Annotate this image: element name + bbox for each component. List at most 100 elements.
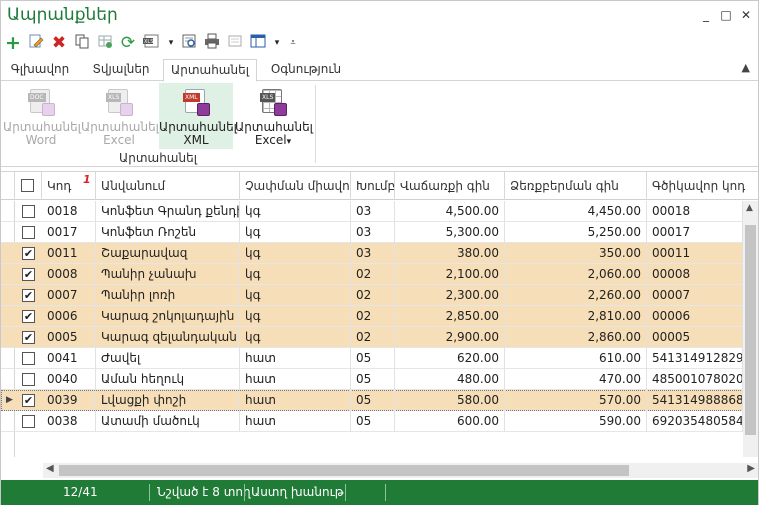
- cell-unit[interactable]: կգ: [240, 222, 351, 243]
- cell-purchase-price[interactable]: 2,060.00: [505, 264, 647, 285]
- table-row[interactable]: 0038 Ատամի մածուկ հատ 05 600.00 590.00 6920354…: [1, 411, 743, 432]
- close-button[interactable]: ✕: [738, 7, 754, 23]
- cell-unit[interactable]: հատ: [240, 411, 351, 432]
- column-header-purchase-price[interactable]: Ձեռքբերման գին: [505, 172, 647, 200]
- cell-sale-price[interactable]: 5,300.00: [395, 222, 505, 243]
- xls-icon[interactable]: XLS: [141, 33, 161, 53]
- table-row[interactable]: ▶ ✔ 0039 Լվացքի փոշի հատ 05 580.00 570.00 541314…: [1, 390, 743, 411]
- cell-barcode[interactable]: 00007: [647, 285, 743, 306]
- cell-purchase-price[interactable]: 350.00: [505, 243, 647, 264]
- cell-barcode[interactable]: 00017: [647, 222, 743, 243]
- cell-name[interactable]: Կոնֆետ Գրանդ քենդի: [96, 201, 240, 222]
- table-row[interactable]: 0018 Կոնֆետ Գրանդ քենդի կգ 03 4,500.00 4,450.…: [1, 201, 743, 222]
- cell-unit[interactable]: հատ: [240, 348, 351, 369]
- cell-group[interactable]: 05: [351, 348, 395, 369]
- vertical-scroll-thumb[interactable]: [745, 225, 756, 435]
- cell-purchase-price[interactable]: 5,250.00: [505, 222, 647, 243]
- cell-barcode[interactable]: 00018: [647, 201, 743, 222]
- column-header-code[interactable]: Կոդ 1: [42, 172, 96, 200]
- cell-code[interactable]: 0041: [42, 348, 96, 369]
- collapse-ribbon-icon[interactable]: ▲: [742, 61, 750, 74]
- cell-name[interactable]: Լվացքի փոշի: [96, 390, 240, 411]
- edit-icon[interactable]: [26, 33, 46, 53]
- cell-group[interactable]: 02: [351, 327, 395, 348]
- refresh-icon[interactable]: ⟳: [118, 33, 138, 53]
- cell-code[interactable]: 0040: [42, 369, 96, 390]
- table-row[interactable]: ✔ 0007 Պանիր լոռի կգ 02 2,300.00 2,260.00 00007: [1, 285, 743, 306]
- cell-code[interactable]: 0008: [42, 264, 96, 285]
- cell-purchase-price[interactable]: 590.00: [505, 411, 647, 432]
- cell-sale-price[interactable]: 620.00: [395, 348, 505, 369]
- cell-code[interactable]: 0017: [42, 222, 96, 243]
- cell-name[interactable]: Պանիր լոռի: [96, 285, 240, 306]
- export-xml-button[interactable]: XML Արտահանել XML: [159, 83, 237, 149]
- scroll-right-icon[interactable]: ▶: [747, 463, 755, 474]
- cell-group[interactable]: 02: [351, 306, 395, 327]
- cell-barcode[interactable]: 5413149888685: [647, 390, 743, 411]
- cell-barcode[interactable]: 00011: [647, 243, 743, 264]
- cell-unit[interactable]: կգ: [240, 306, 351, 327]
- cell-group[interactable]: 05: [351, 369, 395, 390]
- vertical-scrollbar[interactable]: ▲: [743, 201, 758, 457]
- row-checkbox[interactable]: [22, 226, 35, 239]
- cell-group[interactable]: 02: [351, 285, 395, 306]
- cell-barcode[interactable]: 00006: [647, 306, 743, 327]
- delete-icon[interactable]: ✖: [49, 33, 69, 53]
- cell-name[interactable]: Կարագ շոկոլադային: [96, 306, 240, 327]
- row-checkbox[interactable]: ✔: [22, 394, 35, 407]
- table-row[interactable]: 0041 Ժավել հատ 05 620.00 610.00 5413149128293: [1, 348, 743, 369]
- cell-sale-price[interactable]: 2,850.00: [395, 306, 505, 327]
- cell-name[interactable]: Կարագ զելանդական: [96, 327, 240, 348]
- cell-sale-price[interactable]: 4,500.00: [395, 201, 505, 222]
- cell-sale-price[interactable]: 380.00: [395, 243, 505, 264]
- cell-purchase-price[interactable]: 610.00: [505, 348, 647, 369]
- table-row[interactable]: ✔ 0005 Կարագ զելանդական կգ 02 2,900.00 2,860.0…: [1, 327, 743, 348]
- tab-help[interactable]: Օգնություն: [263, 59, 349, 81]
- cell-code[interactable]: 0007: [42, 285, 96, 306]
- customize-icon[interactable]: ⩡: [283, 33, 303, 53]
- cell-purchase-price[interactable]: 4,450.00: [505, 201, 647, 222]
- tab-data[interactable]: Տվյալներ: [81, 59, 161, 81]
- cell-name[interactable]: Աման հեղուկ: [96, 369, 240, 390]
- cell-code[interactable]: 0018: [42, 201, 96, 222]
- cell-purchase-price[interactable]: 2,810.00: [505, 306, 647, 327]
- cell-sale-price[interactable]: 2,300.00: [395, 285, 505, 306]
- cell-code[interactable]: 0006: [42, 306, 96, 327]
- column-header-unit[interactable]: Չափման միավոր: [240, 172, 351, 200]
- row-checkbox[interactable]: ✔: [22, 310, 35, 323]
- cell-unit[interactable]: կգ: [240, 243, 351, 264]
- dropdown-icon[interactable]: ▾: [161, 33, 181, 53]
- export-excel-disabled-button[interactable]: XLS Արտահանել Excel: [81, 83, 159, 149]
- cell-group[interactable]: 03: [351, 243, 395, 264]
- horizontal-scroll-thumb[interactable]: [59, 465, 629, 476]
- cell-purchase-price[interactable]: 470.00: [505, 369, 647, 390]
- row-checkbox[interactable]: ✔: [22, 268, 35, 281]
- cell-sale-price[interactable]: 480.00: [395, 369, 505, 390]
- table-row[interactable]: ✔ 0008 Պանիր չանախ կգ 02 2,100.00 2,060.00 0000…: [1, 264, 743, 285]
- select-all-header[interactable]: [15, 172, 42, 200]
- row-checkbox[interactable]: ✔: [22, 289, 35, 302]
- cell-barcode[interactable]: 6920354805844: [647, 411, 743, 432]
- cell-unit[interactable]: հատ: [240, 369, 351, 390]
- cell-name[interactable]: Կոնֆետ Ռոշեն: [96, 222, 240, 243]
- tab-export[interactable]: Արտահանել: [163, 59, 257, 82]
- cell-group[interactable]: 03: [351, 222, 395, 243]
- row-checkbox[interactable]: [22, 205, 35, 218]
- cell-name[interactable]: Ժավել: [96, 348, 240, 369]
- column-header-name[interactable]: Անվանում: [96, 172, 240, 200]
- column-header-barcode[interactable]: Գծիկավոր կոդ: [647, 172, 758, 200]
- row-checkbox[interactable]: [22, 352, 35, 365]
- print-icon[interactable]: [202, 33, 222, 53]
- tab-home[interactable]: Գլխավոր: [7, 59, 73, 81]
- cell-unit[interactable]: հատ: [240, 390, 351, 411]
- select-all-checkbox[interactable]: [21, 179, 34, 192]
- scroll-left-icon[interactable]: ◀: [46, 463, 54, 474]
- table-copy-icon[interactable]: [95, 33, 115, 53]
- cell-name[interactable]: Պանիր չանախ: [96, 264, 240, 285]
- cell-barcode[interactable]: 00008: [647, 264, 743, 285]
- cell-code[interactable]: 0011: [42, 243, 96, 264]
- cell-purchase-price[interactable]: 2,260.00: [505, 285, 647, 306]
- cell-group[interactable]: 03: [351, 201, 395, 222]
- cell-unit[interactable]: կգ: [240, 201, 351, 222]
- table-row[interactable]: ✔ 0011 Շաքարավազ կգ 03 380.00 350.00 00011: [1, 243, 743, 264]
